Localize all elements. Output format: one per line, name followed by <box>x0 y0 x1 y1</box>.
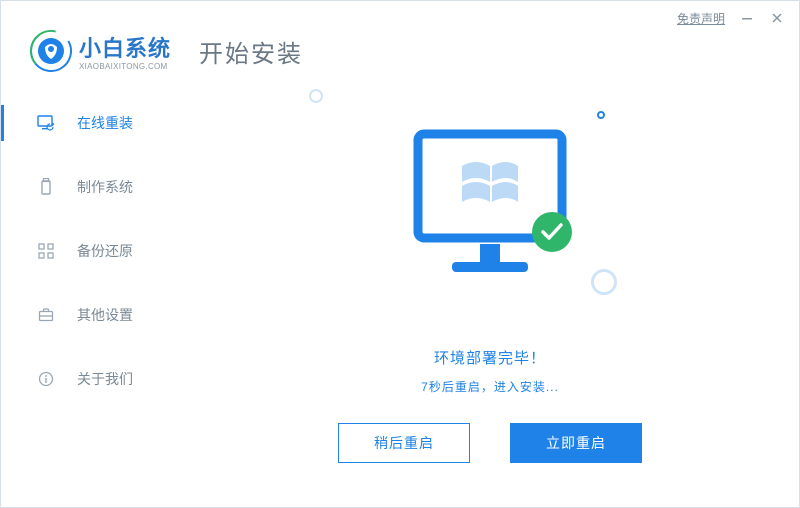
page-title: 开始安装 <box>199 34 303 69</box>
minimize-icon <box>741 12 753 24</box>
sidebar-item-label: 备份还原 <box>77 241 133 261</box>
usb-icon <box>37 178 55 196</box>
sidebar-item-label: 关于我们 <box>77 369 133 389</box>
decoration-circle <box>597 111 605 119</box>
monitor-sync-icon <box>37 115 55 131</box>
illustration-stage <box>181 81 799 341</box>
action-buttons: 稍后重启 立即重启 <box>338 423 642 463</box>
close-button[interactable] <box>769 10 785 26</box>
decoration-circle <box>309 89 323 103</box>
disclaimer-link[interactable]: 免责声明 <box>677 10 725 27</box>
brand-name: 小白系统 <box>79 31 171 63</box>
titlebar: 免责声明 <box>677 1 799 35</box>
sidebar: 在线重装 制作系统 备份还原 其他设置 <box>1 81 181 507</box>
briefcase-icon <box>37 307 55 323</box>
logo-mark-icon <box>29 29 73 73</box>
close-icon <box>771 12 783 24</box>
sidebar-item-reinstall[interactable]: 在线重装 <box>1 91 181 155</box>
monitor-illustration <box>400 126 580 301</box>
sidebar-item-label: 在线重装 <box>77 113 133 133</box>
sidebar-item-backup[interactable]: 备份还原 <box>1 219 181 283</box>
sidebar-item-make-system[interactable]: 制作系统 <box>1 155 181 219</box>
brand-subtitle: XIAOBAIXITONG.COM <box>79 62 171 71</box>
grid-icon <box>37 243 55 259</box>
status-countdown: 7秒后重启，进入安装... <box>421 378 559 395</box>
minimize-button[interactable] <box>739 10 755 26</box>
restart-now-button[interactable]: 立即重启 <box>510 423 642 463</box>
app-window: 免责声明 小白系统 XIAOBAIXITONG.COM <box>0 0 800 508</box>
sidebar-item-settings[interactable]: 其他设置 <box>1 283 181 347</box>
sidebar-item-label: 制作系统 <box>77 177 133 197</box>
sidebar-item-label: 其他设置 <box>77 305 133 325</box>
status-headline: 环境部署完毕！ <box>434 347 546 368</box>
decoration-circle <box>591 269 617 295</box>
info-icon <box>37 371 55 387</box>
restart-later-button[interactable]: 稍后重启 <box>338 423 470 463</box>
logo: 小白系统 XIAOBAIXITONG.COM <box>29 29 171 73</box>
main-content: 环境部署完毕！ 7秒后重启，进入安装... 稍后重启 立即重启 <box>181 81 799 507</box>
sidebar-item-about[interactable]: 关于我们 <box>1 347 181 411</box>
